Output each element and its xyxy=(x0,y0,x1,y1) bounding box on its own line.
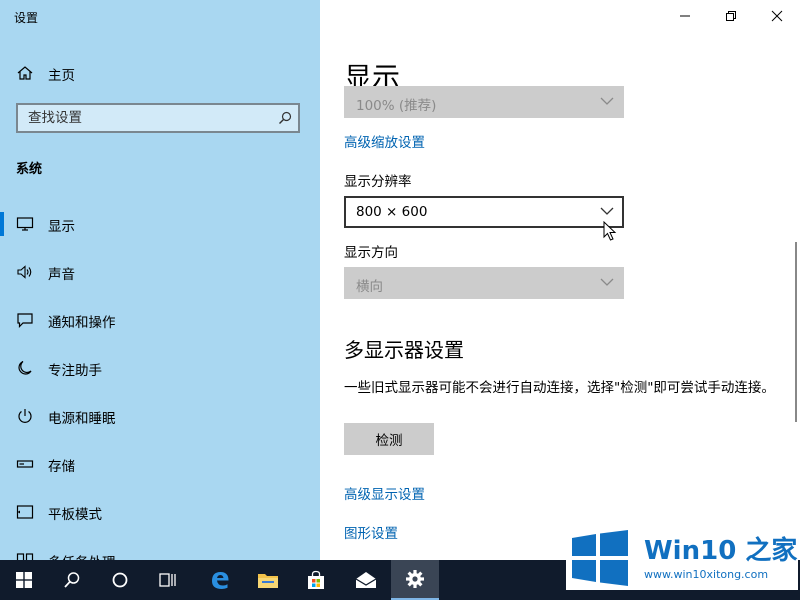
moon-icon xyxy=(18,360,32,375)
start-button[interactable] xyxy=(0,560,48,600)
chevron-down-icon xyxy=(600,97,614,105)
resolution-dropdown[interactable]: 800 × 600 xyxy=(344,196,624,228)
sidebar-item-sound[interactable]: 声音 xyxy=(0,252,320,292)
search-icon xyxy=(64,572,80,588)
storage-icon xyxy=(16,460,34,468)
taskbar-search-button[interactable] xyxy=(48,560,96,600)
mouse-cursor-icon xyxy=(603,221,617,241)
multitask-icon xyxy=(16,553,34,560)
watermark: Win10 之家 www.win10xitong.com xyxy=(566,526,798,590)
task-view-button[interactable] xyxy=(144,560,192,600)
chevron-down-icon xyxy=(600,278,614,286)
sidebar-item-power[interactable]: 电源和睡眠 xyxy=(0,396,320,436)
multi-display-description: 一些旧式显示器可能不会进行自动连接，选择"检测"即可尝试手动连接。 xyxy=(344,380,775,396)
sidebar-item-label: 显示 xyxy=(48,219,75,235)
start-icon xyxy=(16,572,32,588)
task-view-icon xyxy=(159,573,176,587)
edge-button[interactable] xyxy=(196,560,244,600)
sidebar: 设置 主页 系统 显示 声音 通知和操作 xyxy=(0,0,320,560)
sidebar-item-label: 声音 xyxy=(48,267,75,283)
sidebar-item-label: 多任务处理 xyxy=(48,551,116,560)
minimize-button[interactable] xyxy=(662,0,708,32)
graphics-settings-link[interactable]: 图形设置 xyxy=(344,522,398,542)
detect-button[interactable]: 检测 xyxy=(344,423,434,455)
orientation-dropdown[interactable]: 横向 xyxy=(344,267,624,299)
advanced-display-link[interactable]: 高级显示设置 xyxy=(344,483,425,503)
restore-button[interactable] xyxy=(708,0,754,32)
resolution-value: 800 × 600 xyxy=(356,204,428,220)
sidebar-item-multitasking[interactable]: 多任务处理 xyxy=(0,540,320,560)
sidebar-item-notifications[interactable]: 通知和操作 xyxy=(0,300,320,340)
windows-logo-icon xyxy=(572,530,628,586)
cortana-button[interactable] xyxy=(96,560,144,600)
resolution-label: 显示分辨率 xyxy=(344,174,412,190)
home-icon xyxy=(17,66,33,80)
file-explorer-icon xyxy=(258,574,278,588)
settings-button[interactable] xyxy=(391,560,439,600)
section-title: 系统 xyxy=(16,162,43,177)
app-title: 设置 xyxy=(14,11,39,25)
notification-icon xyxy=(17,313,33,328)
sidebar-item-home[interactable]: 主页 xyxy=(0,53,320,93)
mail-button[interactable] xyxy=(342,560,390,600)
sidebar-item-label: 电源和睡眠 xyxy=(48,411,116,427)
sidebar-item-label: 存储 xyxy=(48,459,75,475)
close-button[interactable] xyxy=(754,0,800,32)
file-explorer-button[interactable] xyxy=(244,560,292,600)
sidebar-item-tablet-mode[interactable]: 平板模式 xyxy=(0,492,320,532)
store-icon xyxy=(308,570,324,589)
close-icon xyxy=(771,10,783,22)
content-pane: 显示 100% (推荐) 高级缩放设置 显示分辨率 800 × 600 显示方向… xyxy=(320,0,800,560)
scale-value: 100% (推荐) xyxy=(356,98,437,114)
multi-display-heading: 多显示器设置 xyxy=(344,338,464,362)
cortana-icon xyxy=(112,572,128,588)
edge-icon xyxy=(212,572,229,589)
sidebar-item-focus-assist[interactable]: 专注助手 xyxy=(0,348,320,388)
sidebar-item-label: 平板模式 xyxy=(48,507,102,523)
orientation-value: 横向 xyxy=(356,279,383,295)
sidebar-item-label: 专注助手 xyxy=(48,363,102,379)
mail-icon xyxy=(355,572,377,588)
search-input[interactable] xyxy=(18,105,278,131)
scale-dropdown[interactable]: 100% (推荐) xyxy=(344,86,624,118)
monitor-icon xyxy=(16,217,34,231)
minimize-icon xyxy=(680,15,690,17)
watermark-url: www.win10xitong.com xyxy=(644,568,769,581)
speaker-icon xyxy=(17,265,32,279)
scrollbar[interactable] xyxy=(795,242,797,422)
chevron-down-icon xyxy=(600,207,614,215)
orientation-label: 显示方向 xyxy=(344,245,398,261)
watermark-brand: Win10 之家 xyxy=(644,536,798,566)
sidebar-item-label: 主页 xyxy=(48,68,75,84)
search-icon xyxy=(279,111,292,124)
sidebar-item-label: 通知和操作 xyxy=(48,315,116,331)
store-button[interactable] xyxy=(292,560,340,600)
sidebar-item-storage[interactable]: 存储 xyxy=(0,444,320,484)
restore-icon xyxy=(726,11,736,21)
search-box[interactable] xyxy=(16,103,300,133)
tablet-icon xyxy=(16,505,34,519)
power-icon xyxy=(18,409,32,423)
settings-icon xyxy=(406,570,424,588)
sidebar-item-display[interactable]: 显示 xyxy=(0,204,320,244)
advanced-scaling-link[interactable]: 高级缩放设置 xyxy=(344,131,425,151)
